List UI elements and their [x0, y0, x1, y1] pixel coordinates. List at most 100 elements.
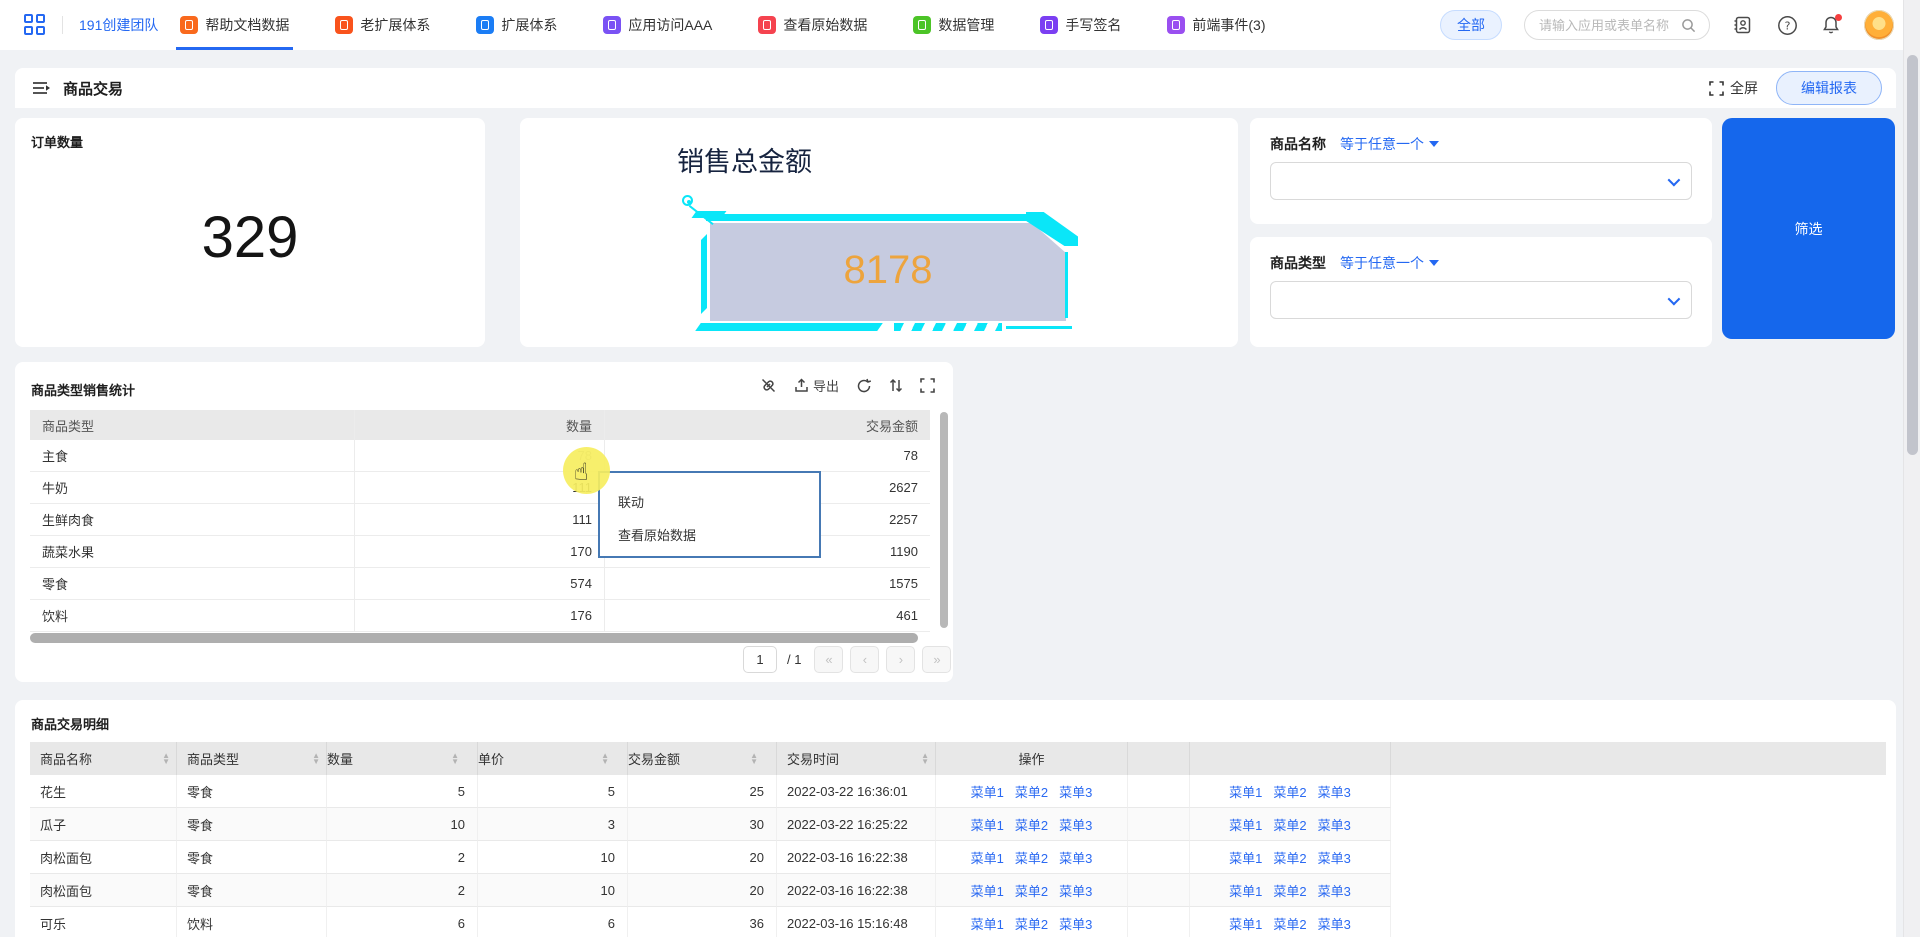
table-cell[interactable]: 6 — [478, 907, 628, 937]
edit-report-button[interactable]: 编辑报表 — [1776, 71, 1882, 105]
table-cell[interactable]: 蔬菜水果 — [30, 536, 355, 567]
tab-帮助文档数据[interactable]: 帮助文档数据 — [176, 0, 294, 50]
table-row[interactable]: 肉松面包 零食 2 10 20 2022-03-16 16:22:38 菜单1 菜单2 菜单3 菜… — [30, 841, 1886, 874]
table-cell[interactable]: 20 — [628, 874, 777, 907]
menu-link[interactable]: 菜单1 — [1229, 914, 1262, 933]
sorter-icon[interactable]: ▲ ▼ — [162, 751, 170, 765]
menu-link[interactable]: 菜单3 — [1318, 881, 1351, 900]
table-cell[interactable]: 瓜子 — [30, 808, 177, 841]
page-scrollbar[interactable] — [1903, 0, 1920, 937]
filter-operator-dropdown[interactable]: 等于任意一个 — [1340, 253, 1439, 273]
tab-手写签名[interactable]: 手写签名 — [1040, 0, 1121, 50]
menu-link[interactable]: 菜单2 — [1015, 848, 1048, 867]
vertical-scrollbar[interactable] — [940, 412, 948, 634]
menu-link[interactable]: 菜单3 — [1059, 914, 1092, 933]
table-cell[interactable]: 零食 — [177, 808, 327, 841]
help-icon[interactable]: ? — [1776, 14, 1798, 36]
menu-link[interactable]: 菜单1 — [971, 782, 1004, 801]
sorter-icon[interactable]: ▲ ▼ — [601, 751, 609, 765]
menu-link[interactable]: 菜单1 — [1229, 881, 1262, 900]
table-cell[interactable]: 2022-03-16 16:22:38 — [777, 841, 936, 874]
menu-link[interactable]: 菜单2 — [1273, 848, 1306, 867]
table-cell[interactable]: 1575 — [605, 568, 930, 599]
menu-link[interactable]: 菜单2 — [1015, 782, 1048, 801]
expand-icon[interactable] — [920, 378, 935, 393]
table-cell[interactable]: 10 — [327, 808, 478, 841]
team-link[interactable]: 191创建团队 — [79, 15, 158, 35]
table-cell[interactable]: 6 — [327, 907, 478, 937]
table-cell[interactable]: 2022-03-16 16:22:38 — [777, 874, 936, 907]
fullscreen-button[interactable]: 全屏 — [1709, 78, 1758, 98]
table-cell[interactable]: 饮料 — [30, 600, 355, 631]
sort-icon[interactable] — [889, 378, 903, 393]
all-apps-button[interactable]: 全部 — [1440, 10, 1502, 40]
tab-查看原始数据[interactable]: 查看原始数据 — [758, 0, 867, 50]
menu-link[interactable]: 菜单1 — [971, 914, 1004, 933]
table-cell[interactable]: 花生 — [30, 775, 177, 808]
unlink-icon[interactable] — [760, 377, 777, 394]
table-cell[interactable]: 10 — [478, 841, 628, 874]
menu-link[interactable]: 菜单3 — [1318, 815, 1351, 834]
sorter-icon[interactable]: ▲ ▼ — [921, 751, 929, 765]
tab-应用访问AAA[interactable]: 应用访问AAA — [603, 0, 712, 50]
menu-link[interactable]: 菜单1 — [971, 848, 1004, 867]
menu-link[interactable]: 菜单3 — [1318, 782, 1351, 801]
table-cell[interactable]: 2022-03-22 16:25:22 — [777, 808, 936, 841]
menu-link[interactable]: 菜单2 — [1273, 815, 1306, 834]
table-cell[interactable]: 10 — [478, 874, 628, 907]
table-cell[interactable]: 零食 — [177, 775, 327, 808]
table-cell[interactable]: 25 — [628, 775, 777, 808]
menu-link[interactable]: 菜单1 — [971, 881, 1004, 900]
menu-link[interactable]: 菜单1 — [1229, 782, 1262, 801]
horizontal-scrollbar[interactable] — [30, 633, 930, 643]
prev-page-icon[interactable]: ‹ — [850, 646, 880, 673]
table-cell[interactable]: 78 — [605, 440, 930, 471]
table-cell[interactable]: 574 — [355, 568, 605, 599]
menu-link[interactable]: 菜单3 — [1059, 881, 1092, 900]
last-page-icon[interactable]: » — [922, 646, 952, 673]
refresh-icon[interactable] — [856, 378, 872, 394]
menu-link[interactable]: 菜单2 — [1273, 782, 1306, 801]
contacts-icon[interactable] — [1732, 14, 1754, 36]
filter-operator-dropdown[interactable]: 等于任意一个 — [1340, 134, 1439, 154]
tab-前端事件(3)[interactable]: 前端事件(3) — [1167, 0, 1266, 50]
sorter-icon[interactable]: ▲ ▼ — [312, 751, 320, 765]
table-cell[interactable]: 牛奶 — [30, 472, 355, 503]
table-cell[interactable]: 肉松面包 — [30, 841, 177, 874]
menu-link[interactable]: 菜单3 — [1059, 848, 1092, 867]
tab-老扩展体系[interactable]: 老扩展体系 — [335, 0, 430, 50]
menu-link[interactable]: 菜单1 — [1229, 815, 1262, 834]
menu-link[interactable]: 菜单2 — [1015, 914, 1048, 933]
table-cell[interactable]: 饮料 — [177, 907, 327, 937]
table-cell[interactable]: 主食 — [30, 440, 355, 471]
table-cell[interactable]: 2 — [327, 874, 478, 907]
table-cell[interactable]: 5 — [327, 775, 478, 808]
table-row[interactable]: 可乐 饮料 6 6 36 2022-03-16 15:16:48 菜单1 菜单2 菜单3 菜单1 菜… — [30, 907, 1886, 937]
page-number-input[interactable]: 1 — [743, 646, 777, 673]
menu-link[interactable]: 菜单1 — [971, 815, 1004, 834]
table-cell[interactable]: 3 — [478, 808, 628, 841]
tab-数据管理[interactable]: 数据管理 — [913, 0, 994, 50]
menu-link[interactable]: 菜单3 — [1318, 848, 1351, 867]
sorter-icon[interactable]: ▲ ▼ — [451, 751, 459, 765]
table-row[interactable]: 饮料 176 461 — [30, 600, 930, 632]
table-row[interactable]: 肉松面包 零食 2 10 20 2022-03-16 16:22:38 菜单1 菜单2 菜单3 菜… — [30, 874, 1886, 907]
tab-扩展体系[interactable]: 扩展体系 — [476, 0, 557, 50]
context-menu-item[interactable]: 查看原始数据 — [600, 518, 819, 551]
product-type-select[interactable] — [1270, 281, 1692, 319]
menu-link[interactable]: 菜单2 — [1273, 881, 1306, 900]
sorter-icon[interactable]: ▲ ▼ — [750, 751, 758, 765]
search-icon[interactable] — [1681, 18, 1696, 33]
filter-submit-button[interactable]: 筛选 — [1722, 118, 1895, 339]
menu-link[interactable]: 菜单3 — [1059, 815, 1092, 834]
menu-link[interactable]: 菜单3 — [1059, 782, 1092, 801]
table-cell[interactable]: 20 — [628, 841, 777, 874]
first-page-icon[interactable]: « — [814, 646, 844, 673]
table-cell[interactable]: 5 — [478, 775, 628, 808]
avatar[interactable] — [1864, 10, 1894, 40]
table-cell[interactable]: 461 — [605, 600, 930, 631]
export-button[interactable]: 导出 — [794, 376, 839, 395]
table-cell[interactable]: 可乐 — [30, 907, 177, 937]
scrollbar-thumb[interactable] — [1907, 55, 1918, 455]
search-box[interactable] — [1524, 10, 1710, 40]
